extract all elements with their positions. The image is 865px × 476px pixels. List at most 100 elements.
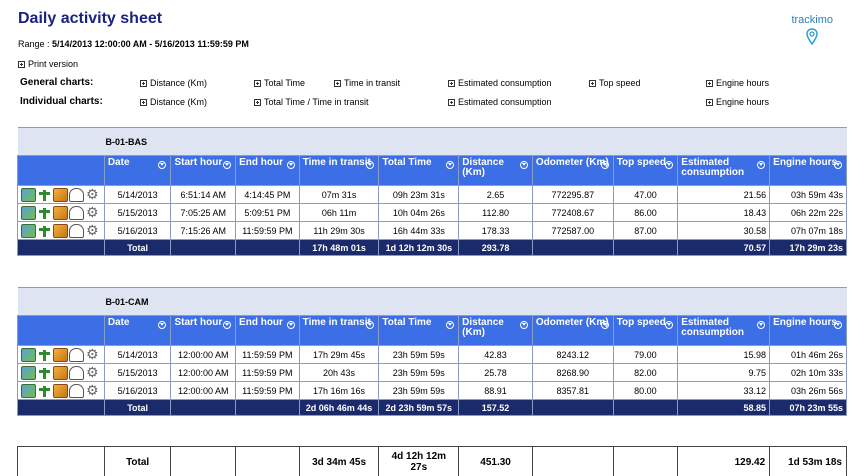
sort-icon[interactable] bbox=[665, 321, 674, 329]
route-icon[interactable] bbox=[37, 365, 52, 380]
total-distance: 293.78 bbox=[458, 239, 533, 256]
column-header-end-hour[interactable]: End hour bbox=[235, 315, 300, 346]
cell-distance: 88.91 bbox=[458, 381, 533, 400]
gear-icon[interactable] bbox=[85, 347, 100, 363]
general-chart-engine-hours[interactable]: Engine hours bbox=[706, 78, 769, 88]
sort-icon[interactable] bbox=[446, 161, 455, 169]
total-transit: 17h 48m 01s bbox=[298, 239, 380, 256]
sort-icon[interactable] bbox=[158, 161, 167, 169]
cell-end-hour: 11:59:59 PM bbox=[235, 363, 300, 382]
column-header-distance[interactable]: Distance (Km) bbox=[458, 315, 533, 346]
gear-icon[interactable] bbox=[85, 383, 100, 399]
column-header-start-hour[interactable]: Start hour bbox=[170, 155, 237, 186]
individual-chart-total-time[interactable]: Total Time / Time in transit bbox=[254, 97, 369, 107]
chart-icon[interactable] bbox=[53, 205, 68, 220]
column-header-distance[interactable]: Distance (Km) bbox=[458, 155, 533, 186]
route-icon[interactable] bbox=[37, 187, 52, 202]
column-header-end-hour[interactable]: End hour bbox=[235, 155, 300, 186]
sort-icon[interactable] bbox=[158, 321, 167, 329]
logo-text: trackimo bbox=[791, 14, 833, 26]
column-header-time-in-transit[interactable]: Time in transit bbox=[298, 155, 380, 186]
column-header-total-time[interactable]: Total Time bbox=[378, 155, 460, 186]
sort-icon[interactable] bbox=[834, 161, 842, 169]
column-header-estimated-consumption[interactable]: Estimated consumption bbox=[677, 315, 771, 346]
gear-icon[interactable] bbox=[85, 187, 100, 203]
column-header-time-in-transit[interactable]: Time in transit bbox=[298, 315, 380, 346]
general-chart-estimated-consumption[interactable]: Estimated consumption bbox=[448, 78, 552, 88]
route-icon[interactable] bbox=[37, 347, 52, 362]
route-icon[interactable] bbox=[37, 383, 52, 398]
sort-icon[interactable] bbox=[600, 161, 609, 169]
cell-start-hour: 6:51:14 AM bbox=[170, 185, 237, 204]
column-header-date[interactable]: Date bbox=[103, 315, 172, 346]
row-actions bbox=[17, 363, 105, 382]
cell-odometer: 772408.67 bbox=[531, 203, 614, 222]
gauge-icon[interactable] bbox=[69, 205, 84, 220]
column-header-odometer[interactable]: Odometer (Km) bbox=[531, 155, 614, 186]
sort-icon[interactable] bbox=[519, 321, 528, 329]
column-header-total-time[interactable]: Total Time bbox=[378, 315, 460, 346]
column-header-estimated-consumption[interactable]: Estimated consumption bbox=[677, 155, 771, 186]
chart-icon[interactable] bbox=[53, 365, 68, 380]
gauge-icon[interactable] bbox=[69, 383, 84, 398]
map-icon[interactable] bbox=[21, 205, 36, 220]
map-icon[interactable] bbox=[21, 223, 36, 238]
sort-icon[interactable] bbox=[757, 321, 766, 329]
individual-chart-estimated-consumption[interactable]: Estimated consumption bbox=[448, 97, 552, 107]
expand-icon bbox=[334, 79, 341, 87]
chart-icon[interactable] bbox=[53, 383, 68, 398]
column-header-engine-hours[interactable]: Engine hours bbox=[769, 315, 847, 346]
general-chart-distance[interactable]: Distance (Km) bbox=[140, 78, 207, 88]
sort-icon[interactable] bbox=[446, 321, 455, 329]
column-header-top-speed[interactable]: Top speed bbox=[612, 155, 679, 186]
general-chart-total-time[interactable]: Total Time bbox=[254, 78, 305, 88]
trackimo-logo: trackimo bbox=[791, 14, 833, 46]
cell-start-hour: 7:15:26 AM bbox=[170, 221, 237, 240]
gear-icon[interactable] bbox=[85, 223, 100, 239]
sort-icon[interactable] bbox=[366, 321, 375, 329]
gear-icon[interactable] bbox=[85, 205, 100, 221]
gauge-icon[interactable] bbox=[69, 223, 84, 238]
column-header-odometer[interactable]: Odometer (Km) bbox=[531, 315, 614, 346]
print-version-link[interactable]: Print version bbox=[18, 59, 78, 69]
chart-icon[interactable] bbox=[53, 347, 68, 362]
map-icon[interactable] bbox=[21, 347, 36, 362]
sort-icon[interactable] bbox=[366, 161, 375, 169]
individual-chart-distance[interactable]: Distance (Km) bbox=[140, 97, 207, 107]
cell-engine-hours: 07h 07m 18s bbox=[769, 221, 847, 240]
route-icon[interactable] bbox=[37, 223, 52, 238]
chart-icon[interactable] bbox=[53, 223, 68, 238]
map-icon[interactable] bbox=[21, 383, 36, 398]
column-header-start-hour[interactable]: Start hour bbox=[170, 315, 237, 346]
cell-engine-hours: 01h 46m 26s bbox=[769, 345, 847, 364]
map-icon[interactable] bbox=[21, 365, 36, 380]
gauge-icon[interactable] bbox=[69, 187, 84, 202]
general-charts-label: General charts: bbox=[20, 77, 94, 88]
map-icon[interactable] bbox=[21, 187, 36, 202]
sort-icon[interactable] bbox=[223, 321, 232, 329]
cell-end-hour: 11:59:59 PM bbox=[235, 221, 300, 240]
column-header-top-speed[interactable]: Top speed bbox=[612, 315, 679, 346]
cell-engine-hours: 06h 22m 22s bbox=[769, 203, 847, 222]
general-chart-top-speed[interactable]: Top speed bbox=[589, 78, 641, 88]
sort-icon[interactable] bbox=[223, 161, 232, 169]
chart-icon[interactable] bbox=[53, 187, 68, 202]
cell-estimated-consumption: 18.43 bbox=[677, 203, 771, 222]
gauge-icon[interactable] bbox=[69, 365, 84, 380]
cell-top-speed: 80.00 bbox=[612, 381, 679, 400]
vehicle-total-row: Total 2d 06h 46m 44s 2d 23h 59m 57s 157.52 5… bbox=[17, 399, 847, 416]
sort-icon[interactable] bbox=[286, 321, 295, 329]
sort-icon[interactable] bbox=[286, 161, 295, 169]
sort-icon[interactable] bbox=[665, 161, 674, 169]
sort-icon[interactable] bbox=[600, 321, 609, 329]
gear-icon[interactable] bbox=[85, 365, 100, 381]
column-header-engine-hours[interactable]: Engine hours bbox=[769, 155, 847, 186]
sort-icon[interactable] bbox=[757, 161, 766, 169]
individual-chart-engine-hours[interactable]: Engine hours bbox=[706, 97, 769, 107]
route-icon[interactable] bbox=[37, 205, 52, 220]
general-chart-time-in-transit[interactable]: Time in transit bbox=[334, 78, 400, 88]
sort-icon[interactable] bbox=[519, 161, 528, 169]
column-header-date[interactable]: Date bbox=[103, 155, 172, 186]
gauge-icon[interactable] bbox=[69, 347, 84, 362]
sort-icon[interactable] bbox=[834, 321, 842, 329]
